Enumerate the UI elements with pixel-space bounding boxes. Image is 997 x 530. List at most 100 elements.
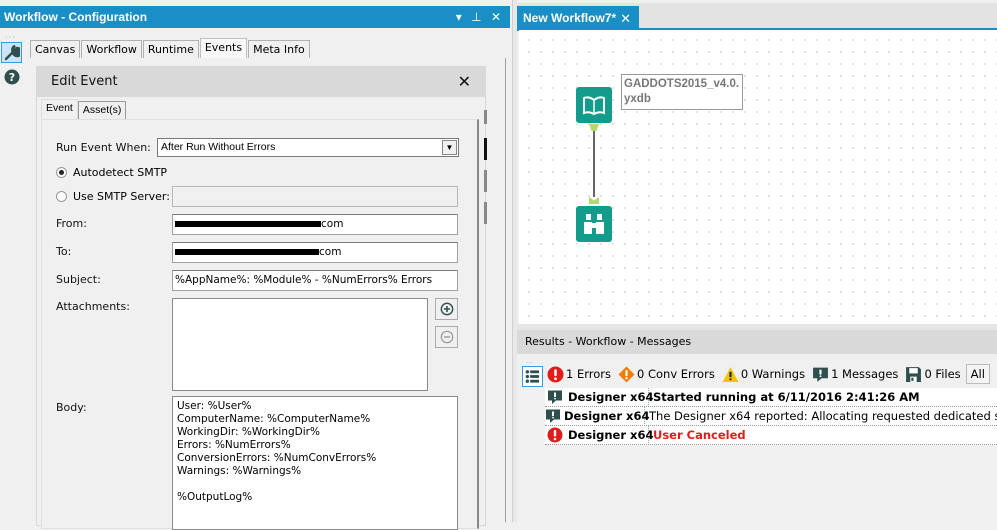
plus-circle-icon: [440, 302, 453, 316]
help-icon: ?: [4, 69, 19, 84]
filter-all[interactable]: All: [965, 364, 990, 384]
results-panel: Results - Workflow - Messages ··· 1 Erro…: [517, 330, 997, 522]
filter-warnings[interactable]: 0 Warnings: [722, 366, 805, 383]
body-label: Body:: [56, 401, 87, 414]
error-icon: [547, 427, 563, 443]
list-view-button[interactable]: [522, 366, 543, 387]
binoculars-icon: [584, 214, 604, 234]
message-text: The Designer x64 reported: Allocating re…: [649, 409, 997, 423]
smtp-server-input[interactable]: [172, 186, 458, 207]
output-anchor[interactable]: [589, 124, 599, 131]
autodetect-smtp-radio[interactable]: Autodetect SMTP: [56, 166, 167, 179]
subject-label: Subject:: [56, 273, 101, 286]
pin-icon[interactable]: ⊥: [471, 10, 484, 24]
panel-titlebar: Workflow - Configuration ▾ ⊥ ✕: [0, 6, 510, 28]
message-source: Designer x64: [561, 407, 649, 425]
input-data-tool[interactable]: [576, 87, 612, 123]
workflow-tab-label: New Workflow7*: [523, 11, 617, 25]
events-tab-content: Edit Event ✕ Event Asset(s) Run Event Wh…: [28, 58, 506, 530]
input-anchor[interactable]: [589, 197, 599, 204]
scroll-segment: [484, 202, 487, 224]
from-input[interactable]: com: [172, 214, 458, 235]
to-value-suffix: com: [319, 246, 342, 258]
body-textarea[interactable]: User: %User% ComputerName: %ComputerName…: [172, 396, 458, 530]
message-icon: [546, 409, 560, 423]
message-source: Designer x64: [565, 426, 653, 444]
configuration-button[interactable]: [1, 42, 22, 63]
tab-events[interactable]: Events: [199, 38, 248, 60]
use-smtp-server-radio[interactable]: Use SMTP Server:: [56, 190, 170, 203]
tab-workflow[interactable]: Workflow: [81, 40, 142, 59]
edit-event-body: Run Event When: After Run Without Errors…: [41, 119, 479, 530]
message-source: Designer x64: [565, 388, 653, 406]
connection-line[interactable]: [593, 131, 595, 197]
filter-conv-errors[interactable]: 0 Conv Errors: [618, 366, 715, 383]
error-icon: [547, 366, 564, 382]
autodetect-smtp-label: Autodetect SMTP: [73, 166, 168, 179]
redacted-text: [175, 221, 321, 227]
results-title: Results - Workflow - Messages: [517, 330, 997, 354]
filter-messages[interactable]: 1 Messages: [812, 366, 898, 383]
side-toolbar: ··· ?: [0, 30, 24, 522]
close-icon[interactable]: ✕: [491, 10, 504, 24]
edit-event-title: Edit Event: [51, 74, 118, 89]
dropdown-arrow-icon[interactable]: ▾: [456, 10, 465, 24]
edit-event-dialog: Edit Event ✕ Event Asset(s) Run Event Wh…: [36, 66, 486, 530]
grip-handle[interactable]: ···: [5, 33, 16, 42]
svg-text:?: ?: [8, 71, 14, 84]
from-label: From:: [56, 217, 87, 230]
edit-event-tabs: Event Asset(s): [41, 99, 127, 120]
message-icon: [813, 367, 828, 382]
message-text: User Canceled: [653, 428, 746, 442]
to-input[interactable]: com: [172, 242, 458, 263]
attachments-list[interactable]: [172, 298, 428, 391]
remove-attachment-button[interactable]: [435, 326, 458, 348]
config-tabs: Canvas Workflow Runtime Events Meta Info: [30, 38, 311, 60]
messages-table: Designer x64 Started running at 6/11/201…: [545, 388, 997, 445]
help-button[interactable]: ?: [1, 66, 22, 87]
radio-unchecked-icon: [56, 191, 67, 202]
tab-meta-info[interactable]: Meta Info: [248, 40, 310, 59]
workflow-canvas[interactable]: GADDOTS2015_v4.0. yxdb: [519, 30, 997, 324]
file-icon: [906, 366, 922, 382]
message-row[interactable]: Designer x64 User Canceled: [545, 426, 997, 445]
run-event-when-value: After Run Without Errors: [161, 141, 276, 153]
filter-files[interactable]: 0 Files: [905, 366, 961, 383]
attachments-label: Attachments:: [56, 300, 130, 313]
from-value-suffix: com: [321, 218, 344, 230]
filter-messages-label: 1 Messages: [831, 367, 899, 381]
message-icon: [548, 390, 562, 404]
config-area: Canvas Workflow Runtime Events Meta Info…: [28, 34, 510, 530]
canvas-tabstrip: New Workflow7* ✕: [517, 3, 997, 31]
filter-errors-label: 1 Errors: [566, 367, 611, 381]
filter-conv-errors-label: 0 Conv Errors: [637, 367, 715, 381]
conv-error-icon: [618, 366, 635, 382]
configuration-panel: Workflow - Configuration ▾ ⊥ ✕ ··· ? Can…: [0, 0, 512, 530]
panel-title: Workflow - Configuration: [4, 10, 148, 24]
warning-icon: [722, 366, 739, 382]
tool-annotation[interactable]: GADDOTS2015_v4.0. yxdb: [621, 74, 743, 110]
subject-input[interactable]: %AppName%: %Module% - %NumErrors% Errors: [172, 270, 458, 291]
book-icon: [583, 96, 605, 116]
close-icon[interactable]: ✕: [458, 67, 471, 97]
scroll-segment: [484, 170, 487, 192]
use-smtp-server-label: Use SMTP Server:: [73, 190, 170, 203]
add-attachment-button[interactable]: [435, 298, 458, 320]
run-event-when-select[interactable]: After Run Without Errors ▼: [157, 138, 459, 157]
message-text: Started running at 6/11/2016 2:41:26 AM: [653, 390, 920, 404]
to-label: To:: [56, 245, 72, 258]
tab-canvas[interactable]: Canvas: [30, 40, 81, 59]
vertical-scrollbar[interactable]: [484, 100, 487, 522]
run-event-when-label: Run Event When:: [56, 141, 151, 154]
browse-tool[interactable]: [576, 206, 612, 242]
tab-event[interactable]: Event: [41, 99, 78, 120]
message-row[interactable]: Designer x64 Started running at 6/11/201…: [545, 388, 997, 407]
tab-runtime[interactable]: Runtime: [142, 40, 199, 59]
filter-warnings-label: 0 Warnings: [740, 367, 806, 381]
list-icon: [525, 370, 540, 383]
message-row[interactable]: Designer x64 The Designer x64 reported: …: [545, 407, 997, 426]
filter-errors[interactable]: 1 Errors: [547, 366, 611, 383]
tab-assets[interactable]: Asset(s): [77, 101, 127, 119]
chevron-down-icon[interactable]: ▼: [442, 140, 457, 155]
filter-files-label: 0 Files: [924, 367, 961, 381]
